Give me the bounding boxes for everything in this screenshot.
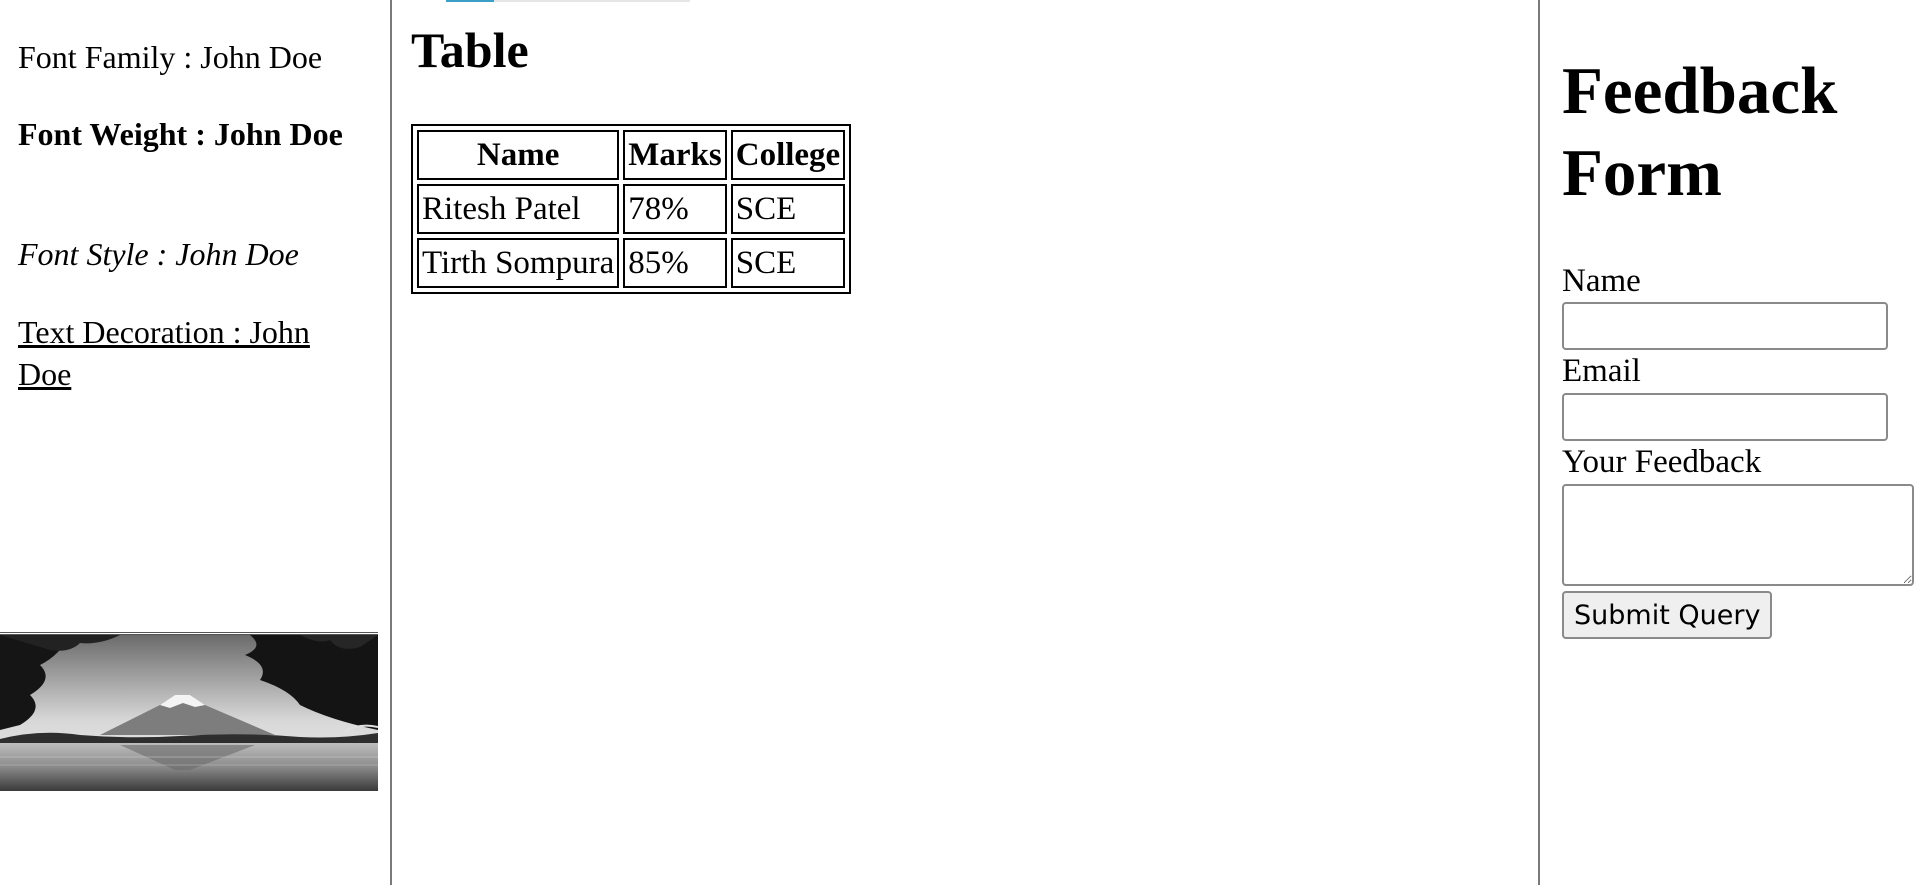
table-row: Ritesh Patel 78% SCE [417,184,846,234]
cell-marks: 78% [623,184,727,234]
name-label: Name [1562,263,1641,299]
feedback-textarea[interactable] [1562,484,1914,586]
table-heading: Table [411,22,529,78]
right-frame: Feedback Form Name Email Your Feedback S… [1538,0,1920,885]
cell-marks: 85% [623,238,727,288]
left-frame: Font Family : John Doe Font Weight : Joh… [0,0,392,885]
cell-name: Ritesh Patel [417,184,620,234]
cell-name: Tirth Sompura [417,238,620,288]
font-style-text: Font Style : John Doe [18,236,299,272]
text-decoration-text: Text Decoration : John Doe [18,314,310,392]
name-input[interactable] [1562,302,1888,350]
students-table: Name Marks College Ritesh Patel 78% SCE … [411,124,852,294]
submit-query-button[interactable]: Submit Query [1562,591,1773,639]
table-header-row: Name Marks College [417,130,846,180]
column-header-marks: Marks [623,130,727,180]
font-family-text: Font Family : John Doe [18,39,323,75]
feedback-form-heading: Feedback Form [1562,54,1838,210]
feedback-label: Your Feedback [1562,444,1762,480]
column-header-name: Name [417,130,620,180]
mountain-lake-image [0,632,378,791]
middle-frame: Table Name Marks College Ritesh Patel 78… [392,0,1538,885]
cell-college: SCE [730,184,846,234]
email-label: Email [1562,353,1641,389]
font-weight-text: Font Weight : John Doe [18,116,343,152]
cell-college: SCE [730,238,846,288]
email-input[interactable] [1562,393,1888,441]
table-row: Tirth Sompura 85% SCE [417,238,846,288]
column-header-college: College [730,130,846,180]
